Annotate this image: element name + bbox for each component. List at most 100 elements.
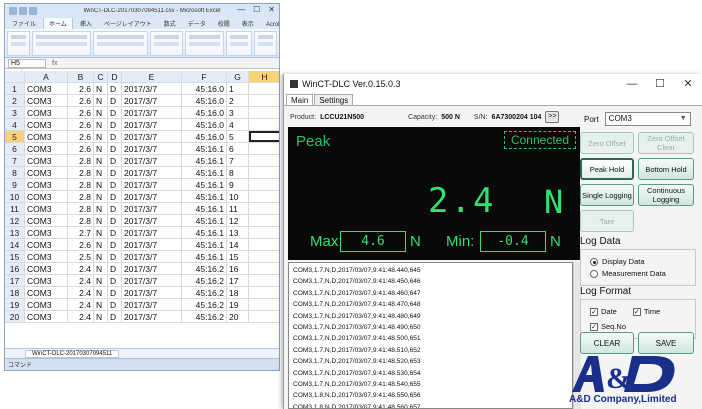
row-number[interactable]: 5: [5, 131, 25, 142]
cell-flag[interactable]: D: [108, 215, 122, 226]
cell-value[interactable]: 2.8: [68, 215, 94, 226]
cell-seq[interactable]: 4: [227, 119, 249, 130]
cell-port[interactable]: COM3: [25, 107, 68, 118]
cell-port[interactable]: COM3: [25, 191, 68, 202]
cell-time[interactable]: 45:16.0: [182, 119, 227, 130]
log-line[interactable]: COM3,1.7,N,D,2017/03/07,9:41:48.500,651: [293, 333, 568, 344]
cell-port[interactable]: COM3: [25, 155, 68, 166]
name-box[interactable]: H5: [8, 58, 46, 68]
cell-flag[interactable]: D: [108, 227, 122, 238]
single-logging-button[interactable]: Single Logging: [580, 184, 634, 206]
cell-port[interactable]: COM3: [25, 287, 68, 298]
cell-value[interactable]: 2.6: [68, 131, 94, 142]
cell-date[interactable]: 2017/3/7: [122, 95, 182, 106]
editing-group[interactable]: [253, 31, 277, 56]
measurement-data-option[interactable]: Measurement Data: [590, 269, 692, 278]
ribbon-tab-home[interactable]: ホーム: [43, 17, 73, 29]
cell-flag[interactable]: D: [108, 83, 122, 94]
cell-date[interactable]: 2017/3/7: [122, 155, 182, 166]
cell-empty[interactable]: [249, 263, 279, 274]
log-line[interactable]: COM3,1.7,N,D,2017/03/07,9:41:48.520,653: [293, 356, 568, 367]
cell-port[interactable]: COM3: [25, 95, 68, 106]
cell-port[interactable]: COM3: [25, 179, 68, 190]
tab-main[interactable]: Main: [286, 94, 314, 105]
cell-empty[interactable]: [249, 239, 279, 250]
column-header[interactable]: F: [182, 71, 227, 82]
redo-icon[interactable]: [29, 7, 37, 15]
cell-empty[interactable]: [249, 167, 279, 178]
cell-unit[interactable]: N: [94, 239, 108, 250]
cell-unit[interactable]: N: [94, 131, 108, 142]
cell-value[interactable]: 2.5: [68, 251, 94, 262]
cell-time[interactable]: 45:16.2: [182, 287, 227, 298]
cell-port[interactable]: COM3: [25, 131, 68, 142]
zero-offset-clear-button[interactable]: Zero Offset Clear: [638, 132, 694, 154]
cell-empty[interactable]: [249, 179, 279, 190]
cell-unit[interactable]: N: [94, 167, 108, 178]
time-option[interactable]: ✓ Time: [632, 307, 660, 316]
cell-flag[interactable]: D: [108, 311, 122, 322]
cell-seq[interactable]: 5: [227, 131, 249, 142]
log-line[interactable]: COM3,1.7,N,D,2017/03/07,9:41:48.510,652: [293, 345, 568, 356]
row-number[interactable]: 8: [5, 167, 25, 178]
number-group[interactable]: [149, 31, 184, 56]
close-icon[interactable]: ✕: [268, 5, 275, 14]
save-button[interactable]: SAVE: [638, 332, 694, 354]
styles-group[interactable]: [185, 31, 225, 56]
cell-flag[interactable]: D: [108, 179, 122, 190]
cell-empty[interactable]: [249, 143, 279, 154]
log-line[interactable]: COM3,1.8,N,D,2017/03/07,9:41:48.550,656: [293, 390, 568, 401]
cell-value[interactable]: 2.8: [68, 179, 94, 190]
cell-date[interactable]: 2017/3/7: [122, 143, 182, 154]
tab-settings[interactable]: Settings: [314, 94, 354, 105]
cell-flag[interactable]: D: [108, 299, 122, 310]
cell-port[interactable]: COM3: [25, 215, 68, 226]
continuous-logging-button[interactable]: Continuous Logging: [638, 184, 694, 206]
cell-seq[interactable]: 15: [227, 251, 249, 262]
cell-date[interactable]: 2017/3/7: [122, 227, 182, 238]
corner-cell[interactable]: [5, 71, 25, 82]
ribbon-tab[interactable]: 校閲: [213, 18, 235, 29]
cell-unit[interactable]: N: [94, 95, 108, 106]
cell-time[interactable]: 45:16.2: [182, 275, 227, 286]
cell-value[interactable]: 2.6: [68, 83, 94, 94]
clipboard-group[interactable]: [7, 31, 31, 56]
cell-seq[interactable]: 20: [227, 311, 249, 322]
cell-date[interactable]: 2017/3/7: [122, 179, 182, 190]
cell-port[interactable]: COM3: [25, 251, 68, 262]
ribbon-tab[interactable]: 数式: [159, 18, 181, 29]
clear-button[interactable]: CLEAR: [580, 332, 634, 354]
cell-time[interactable]: 45:16.2: [182, 299, 227, 310]
cell-seq[interactable]: 6: [227, 143, 249, 154]
cell-date[interactable]: 2017/3/7: [122, 131, 182, 142]
cell-seq[interactable]: 17: [227, 275, 249, 286]
sheet-tab[interactable]: WinCT-DLC-20170307094511: [25, 349, 120, 358]
cell-time[interactable]: 45:16.1: [182, 143, 227, 154]
cell-time[interactable]: 45:16.1: [182, 191, 227, 202]
cell-port[interactable]: COM3: [25, 83, 68, 94]
checkbox-checked-icon[interactable]: ✓: [632, 307, 641, 316]
font-group[interactable]: [32, 31, 92, 56]
cell-unit[interactable]: N: [94, 107, 108, 118]
cell-empty[interactable]: [249, 251, 279, 262]
cell-date[interactable]: 2017/3/7: [122, 275, 182, 286]
maximize-icon[interactable]: ☐: [646, 74, 674, 94]
cell-time[interactable]: 45:16.2: [182, 263, 227, 274]
next-device-button[interactable]: >>: [545, 111, 560, 123]
cell-port[interactable]: COM3: [25, 203, 68, 214]
cell-time[interactable]: 45:16.1: [182, 203, 227, 214]
cell-seq[interactable]: 11: [227, 203, 249, 214]
checkbox-checked-icon[interactable]: ✓: [590, 307, 598, 316]
tare-button[interactable]: Tare: [580, 210, 634, 232]
row-number[interactable]: 13: [5, 227, 25, 238]
cell-port[interactable]: COM3: [25, 311, 68, 322]
cell-port[interactable]: COM3: [25, 119, 68, 130]
display-data-option[interactable]: Display Data: [590, 257, 692, 266]
ribbon-tab[interactable]: ページレイアウト: [99, 18, 157, 29]
cell-port[interactable]: COM3: [25, 275, 68, 286]
radio-icon[interactable]: [590, 269, 598, 278]
cell-empty[interactable]: [249, 95, 279, 106]
log-line[interactable]: COM3,1.7,N,D,2017/03/07,9:41:48.480,649: [293, 311, 568, 322]
cell-unit[interactable]: N: [94, 311, 108, 322]
cell-port[interactable]: COM3: [25, 239, 68, 250]
